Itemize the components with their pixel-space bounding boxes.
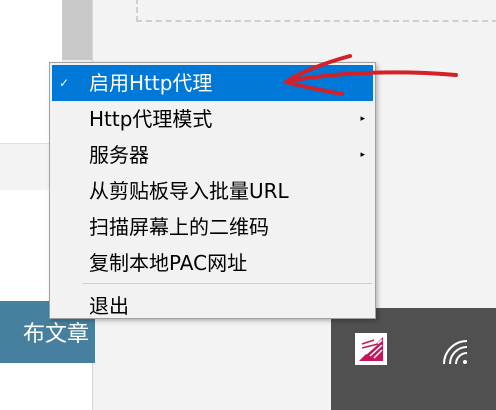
scrollbar-thumb[interactable]	[62, 0, 92, 60]
tray-app-icon[interactable]	[355, 333, 387, 365]
menu-item-exit[interactable]: 退出	[52, 288, 373, 324]
tray-logo-graphic	[359, 337, 383, 361]
menu-item-servers[interactable]: 服务器 ▸	[52, 137, 373, 173]
submenu-arrow-icon: ▸	[360, 114, 365, 124]
dashed-dropzone	[136, 0, 496, 22]
wifi-icon[interactable]	[441, 338, 469, 366]
check-icon: ✓	[59, 76, 70, 90]
menu-separator	[82, 283, 372, 284]
menu-item-label: 扫描屏幕上的二维码	[89, 215, 269, 239]
menu-item-label: 退出	[89, 294, 129, 318]
menu-item-label: Http代理模式	[89, 107, 213, 131]
menu-item-scan-qrcode[interactable]: 扫描屏幕上的二维码	[52, 209, 373, 245]
menu-item-label: 启用Http代理	[89, 71, 213, 95]
menu-item-label: 从剪贴板导入批量URL	[89, 179, 289, 203]
menu-item-label: 服务器	[89, 143, 149, 167]
menu-item-label: 复制本地PAC网址	[89, 251, 248, 275]
menu-item-http-proxy-mode[interactable]: Http代理模式 ▸	[52, 101, 373, 137]
annotation-arrow-icon	[284, 54, 458, 96]
menu-item-import-urls-from-clipboard[interactable]: 从剪贴板导入批量URL	[52, 173, 373, 209]
menu-item-copy-pac-url[interactable]: 复制本地PAC网址	[52, 245, 373, 281]
submenu-arrow-icon: ▸	[360, 150, 365, 160]
tray-context-menu: ✓ 启用Http代理 Http代理模式 ▸ 服务器 ▸ 从剪贴板导入批量URL …	[49, 62, 376, 319]
